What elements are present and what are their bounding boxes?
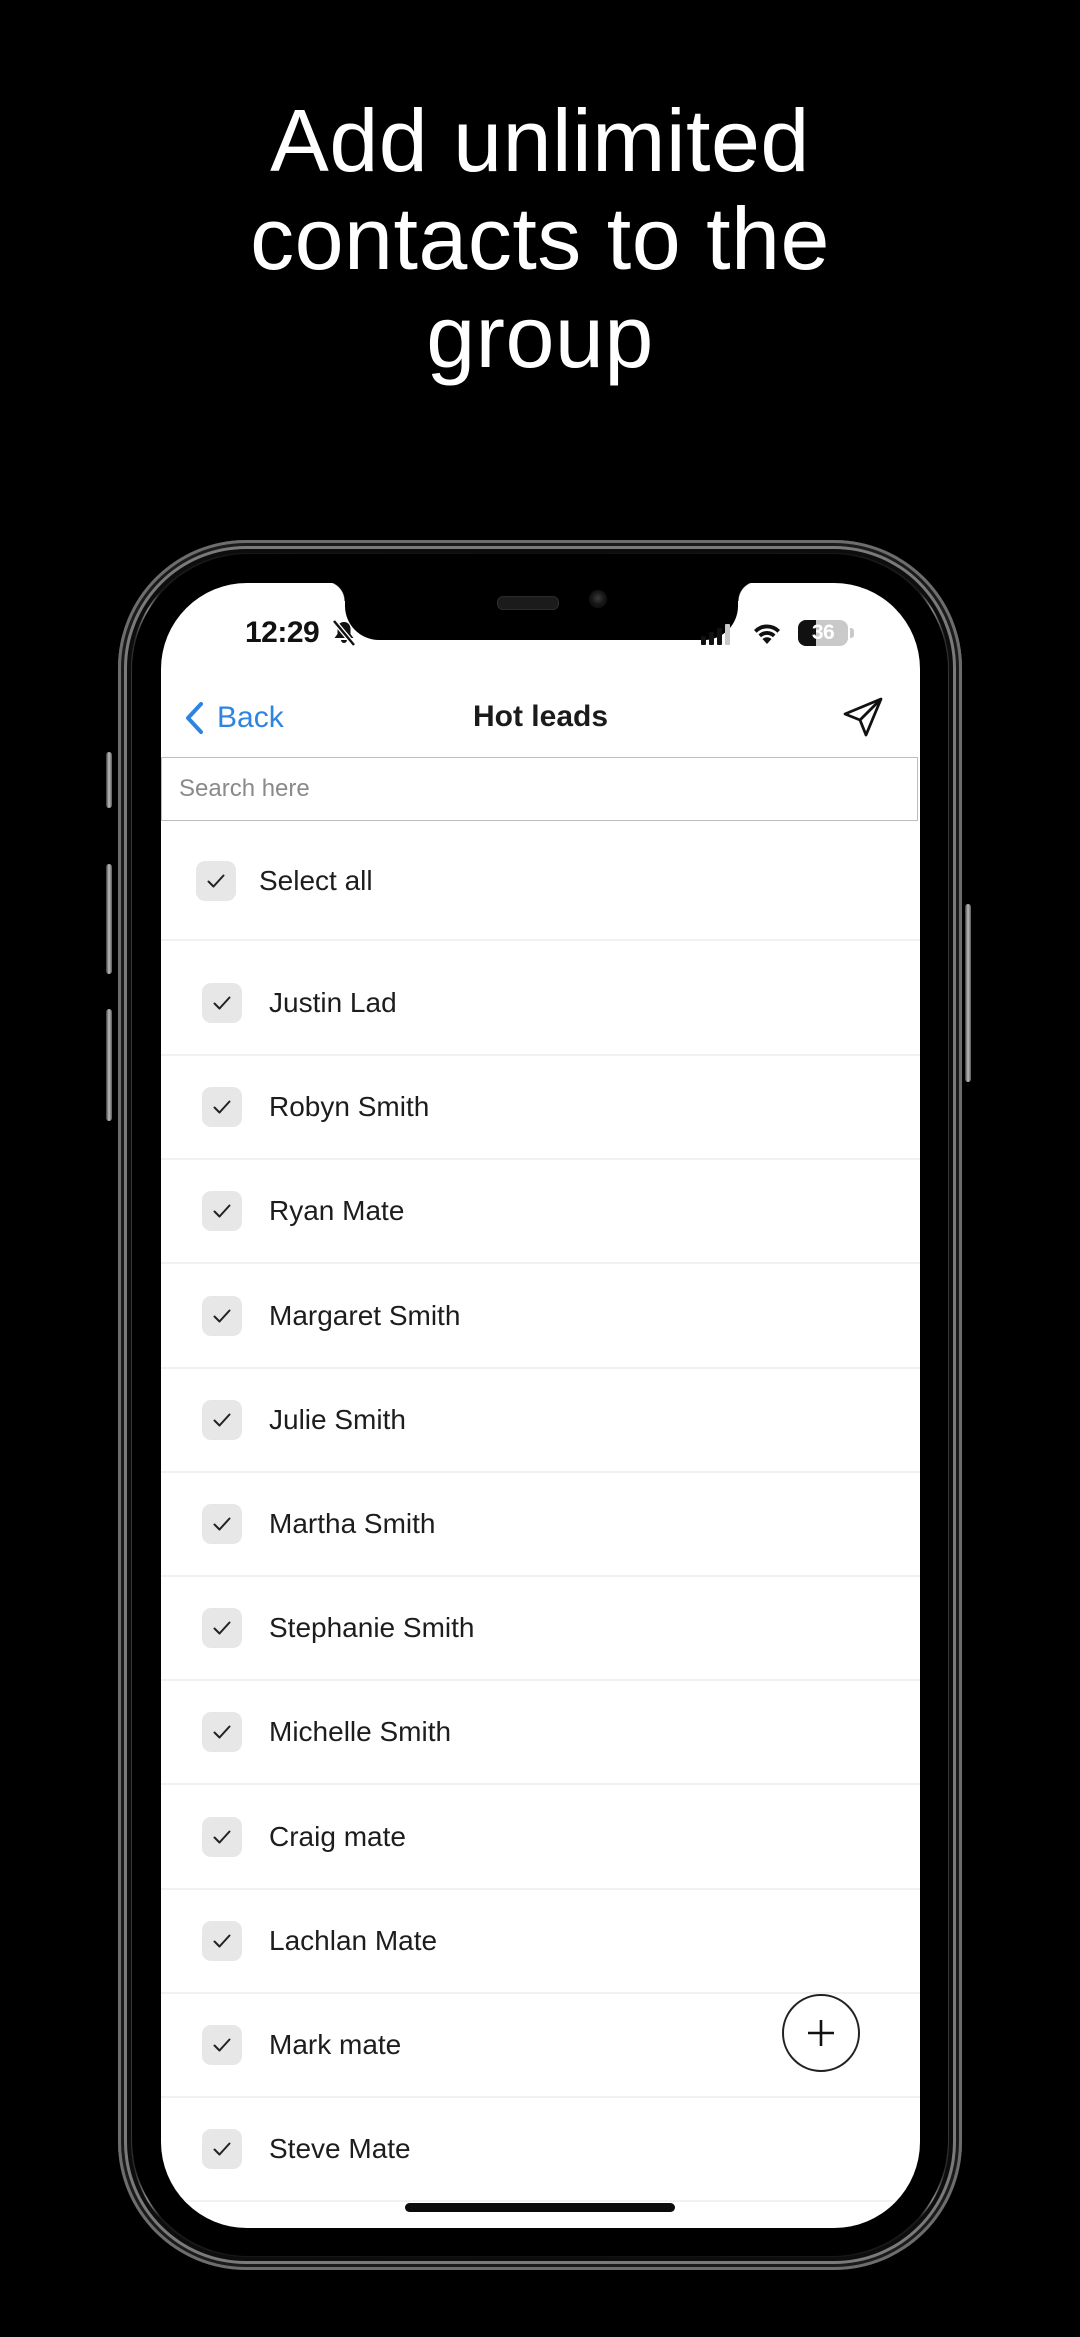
contact-checkbox[interactable] <box>202 1191 242 1232</box>
checkmark-icon <box>213 2038 231 2052</box>
contact-name: Julie Smith <box>269 1403 406 1435</box>
power-button <box>965 904 971 1082</box>
headline-line-1: Add unlimited <box>270 91 810 190</box>
front-camera <box>589 590 607 608</box>
search-input[interactable] <box>162 758 917 820</box>
add-contact-button[interactable] <box>782 1994 860 2072</box>
headline-line-3: group <box>426 287 654 386</box>
contact-name: Stephanie Smith <box>269 1612 475 1644</box>
contact-checkbox[interactable] <box>202 1399 242 1440</box>
battery-indicator: 36 <box>798 620 848 646</box>
contact-name: Lachlan Mate <box>269 1924 438 1956</box>
checkmark-icon <box>213 1100 231 1114</box>
headline-line-2: contacts to the <box>250 189 830 288</box>
contact-checkbox[interactable] <box>202 1816 242 1857</box>
contact-name: Justin Lad <box>269 987 397 1018</box>
contact-name: Margaret Smith <box>269 1299 461 1331</box>
select-all-row[interactable]: Select all <box>161 823 920 941</box>
contact-checkbox[interactable] <box>202 1608 242 1649</box>
contact-row[interactable]: Martha Smith <box>161 1473 920 1577</box>
checkmark-icon <box>213 1934 231 1948</box>
bell-slash-icon <box>332 619 356 647</box>
checkmark-icon <box>213 2142 231 2156</box>
contact-row[interactable]: Margaret Smith <box>161 1265 920 1369</box>
select-all-checkbox[interactable] <box>196 861 236 901</box>
contact-row[interactable]: Ryan Mate <box>161 1160 920 1265</box>
status-time: 12:29 <box>245 616 320 649</box>
contact-row[interactable]: Stephanie Smith <box>161 1577 920 1682</box>
checkmark-icon <box>213 1517 231 1531</box>
notch <box>325 583 758 640</box>
contact-checkbox[interactable] <box>202 1504 242 1544</box>
checkmark-icon <box>213 1725 231 1739</box>
contact-checkbox[interactable] <box>202 1087 242 1128</box>
contact-checkbox[interactable] <box>202 1295 242 1336</box>
page-title: Hot leads <box>472 700 609 733</box>
contact-row[interactable]: Michelle Smith <box>161 1681 920 1786</box>
contact-row[interactable]: Lachlan Mate <box>161 1890 920 1994</box>
contact-checkbox[interactable] <box>202 2129 242 2170</box>
contact-row[interactable]: Robyn Smith <box>161 1056 920 1161</box>
plus-icon <box>808 2020 834 2046</box>
checkmark-icon <box>207 874 225 888</box>
contact-checkbox[interactable] <box>202 983 242 1023</box>
contact-row[interactable]: Justin Lad <box>161 952 920 1056</box>
home-indicator[interactable] <box>405 2203 675 2212</box>
checkmark-icon <box>213 1830 231 1844</box>
checkmark-icon <box>213 1413 231 1427</box>
checkmark-icon <box>213 1309 231 1323</box>
headline: Add unlimited contacts to the group <box>0 92 1080 386</box>
search-field[interactable] <box>161 757 918 821</box>
contact-name: Craig mate <box>269 1820 406 1852</box>
battery-tip <box>850 628 854 638</box>
contact-row[interactable]: Craig mate <box>161 1786 920 1890</box>
checkmark-icon <box>213 996 231 1010</box>
contact-name: Ryan Mate <box>269 1195 405 1227</box>
contact-name: Martha Smith <box>269 1508 436 1539</box>
contact-row[interactable]: Steve Mate <box>161 2098 920 2203</box>
select-all-label: Select all <box>259 865 373 896</box>
battery-percent: 36 <box>811 621 835 644</box>
phone-screen: 12:29 36 Back Hot leads Search here Sele… <box>161 583 920 2228</box>
contact-checkbox[interactable] <box>202 2025 242 2065</box>
contact-name: Mark mate <box>269 2029 402 2060</box>
wifi-icon <box>754 624 780 644</box>
paper-plane-icon[interactable] <box>841 695 885 739</box>
volume-up-button <box>106 864 112 974</box>
contact-name: Steve Mate <box>269 2133 411 2165</box>
silent-switch <box>106 752 112 808</box>
volume-down-button <box>106 1009 112 1121</box>
checkmark-icon <box>213 1204 231 1218</box>
contact-name: Robyn Smith <box>269 1091 430 1123</box>
checkmark-icon <box>213 1621 231 1635</box>
contact-checkbox[interactable] <box>202 1920 242 1961</box>
contact-checkbox[interactable] <box>202 1712 242 1753</box>
contact-name: Michelle Smith <box>269 1716 452 1748</box>
cellular-signal-icon <box>701 624 730 645</box>
contact-row[interactable]: Julie Smith <box>161 1369 920 1473</box>
speaker-grille <box>497 596 559 610</box>
